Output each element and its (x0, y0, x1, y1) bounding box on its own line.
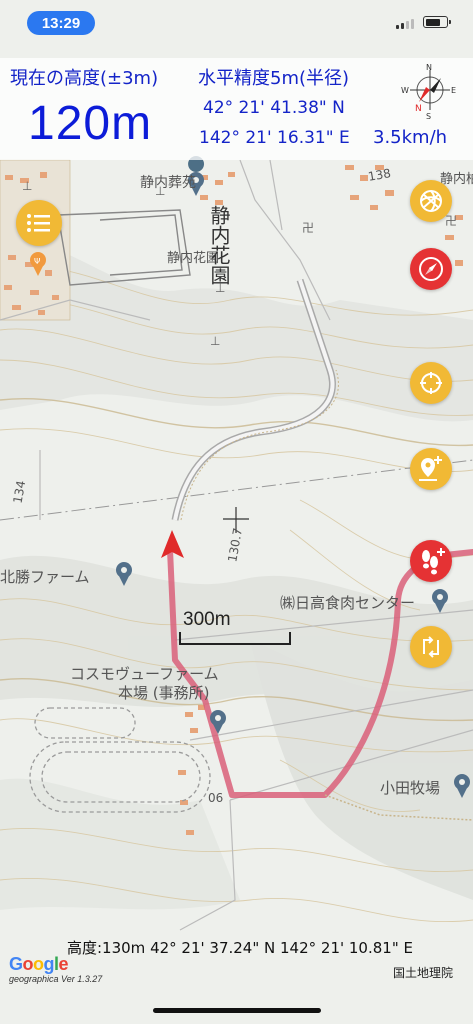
label-city-edge: 静内柏 (440, 172, 473, 187)
spiral-icon (420, 190, 442, 212)
svg-text:卍: 卍 (445, 214, 457, 228)
add-location-icon (419, 456, 442, 481)
accuracy-label: 水平精度5m(半径) (198, 68, 350, 89)
crosshair-icon (420, 372, 442, 394)
svg-text:Ψ: Ψ (34, 257, 40, 266)
route-icon (423, 636, 439, 658)
svg-text:N: N (415, 104, 422, 114)
cellular-signal-icon (396, 19, 414, 29)
altitude-label: 現在の高度(±3m) (10, 68, 159, 89)
label-cosmo-farm-office: 本場 (事務所) (118, 684, 210, 702)
compass-button[interactable] (410, 248, 452, 290)
speed: 3.5km/h (373, 127, 448, 148)
label-cosmo-farm: コスモヴューファーム (70, 665, 219, 683)
svg-text:⊥: ⊥ (210, 334, 220, 348)
altitude-value: 120m (28, 97, 153, 150)
compass-rose-icon[interactable]: N S E W N (401, 62, 459, 120)
label-park-vertical: 静内花園 (207, 205, 231, 285)
battery-icon (423, 16, 451, 28)
app-version: geographica Ver 1.3.27 (9, 974, 103, 984)
footprints-add-icon (422, 548, 445, 575)
svg-text:卍: 卍 (302, 221, 314, 235)
map-attribution[interactable]: 国土地理院 (393, 964, 453, 981)
record-track-button[interactable] (410, 540, 452, 582)
label-farm-north: 北勝ファーム (0, 568, 90, 586)
label-meat-center: ㈱日高食肉センター (280, 594, 416, 612)
label-cemetery: 静内葬苑 (140, 175, 196, 191)
scale-label: 300m (183, 609, 231, 630)
home-indicator[interactable] (153, 1008, 321, 1013)
compass-west: W (401, 86, 409, 95)
compass-icon (419, 257, 443, 281)
add-point-button[interactable] (410, 448, 452, 490)
menu-button[interactable] (16, 200, 62, 246)
google-logo: Google (9, 954, 69, 974)
latitude: 42° 21' 41.38" N (203, 98, 345, 118)
locate-button[interactable] (410, 362, 452, 404)
compass-east: E (451, 86, 456, 95)
list-icon (27, 214, 50, 232)
layers-button[interactable] (410, 180, 452, 222)
status-time: 13:29 (27, 11, 95, 35)
compass-north: N (426, 63, 432, 72)
label-oda-farm: 小田牧場 (380, 779, 441, 797)
cursor-readout: 高度:130m 42° 21' 37.24" N 142° 21' 10.81"… (67, 939, 413, 957)
svg-text:⊥: ⊥ (22, 179, 32, 193)
label-elev-90: 90 (208, 790, 224, 804)
longitude: 142° 21' 16.31" E (199, 128, 350, 148)
route-button[interactable] (410, 626, 452, 668)
compass-south: S (426, 112, 431, 120)
